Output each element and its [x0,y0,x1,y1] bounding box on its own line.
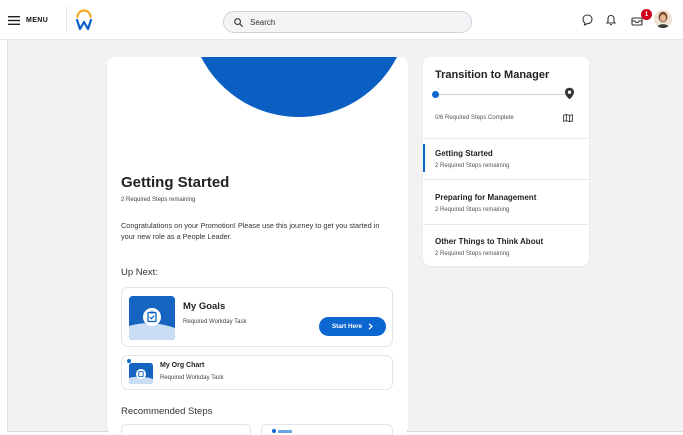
new-indicator-dot [272,429,276,433]
top-bar: MENU Search 1 [0,0,683,40]
step-title: Other Things to Think About [435,237,544,246]
avatar[interactable] [654,10,672,28]
recommended-heading: Recommended Steps [121,406,213,417]
divider [66,6,67,34]
search-icon [234,17,243,27]
recommended-card[interactable] [121,424,251,435]
journey-description: Congratulations on your Promotion! Pleas… [121,221,380,241]
progress-text: 0/6 Required Steps Complete [435,115,514,121]
progress-track [435,94,569,95]
divider [423,224,589,225]
org-task-type: Required Workday Task [160,375,224,381]
bell-icon[interactable] [604,13,618,27]
journey-main-card: Getting Started 2 Required Steps remaini… [107,57,408,435]
menu-label: MENU [26,16,49,24]
chevron-right-icon [368,323,373,330]
recommended-card[interactable] [261,424,393,435]
hero-illustration [201,57,397,117]
journey-sidebar: Transition to Manager 0/6 Required Steps… [423,57,589,266]
step-subtitle: 2 Required Steps remaining [435,251,510,257]
divider [423,138,589,139]
start-here-button[interactable]: Start Here [319,317,386,336]
search-placeholder: Search [250,17,276,27]
next-task-card[interactable]: My Goals Required Workday Task Start Her… [121,287,393,347]
steps-remaining: 2 Required Steps remaining [121,197,196,203]
org-chart-thumbnail [129,363,153,384]
progress-start-marker [432,91,439,98]
goals-thumbnail [129,296,175,340]
notification-badge: 1 [641,9,652,20]
search-input[interactable]: Search [223,11,472,33]
start-here-label: Start Here [331,323,363,330]
org-chart-card[interactable]: My Org Chart Required Workday Task [121,355,393,390]
journey-title: Transition to Manager [435,69,550,81]
workday-logo[interactable] [75,9,93,31]
journey-step-preparing-for-management[interactable]: Preparing for Management 2 Required Step… [423,185,589,229]
chat-icon[interactable] [580,13,594,27]
step-subtitle: 2 Required Steps remaining [435,207,510,213]
up-next-heading: Up Next: [121,267,158,278]
map-icon[interactable] [563,114,573,122]
task-title: My Goals [183,301,226,312]
recommended-thumbnail [278,430,292,433]
journey-step-other-things[interactable]: Other Things to Think About 2 Required S… [423,229,589,266]
menu-icon [8,15,20,25]
step-title: Getting Started [435,149,493,158]
org-task-title: My Org Chart [160,362,205,369]
divider [423,179,589,180]
step-title: Preparing for Management [435,193,537,202]
page-title: Getting Started [121,174,230,191]
step-subtitle: 2 Required Steps remaining [435,163,510,169]
task-type: Required Workday Task [183,319,247,325]
location-pin-icon [565,87,574,100]
menu-button[interactable]: MENU [8,12,48,28]
